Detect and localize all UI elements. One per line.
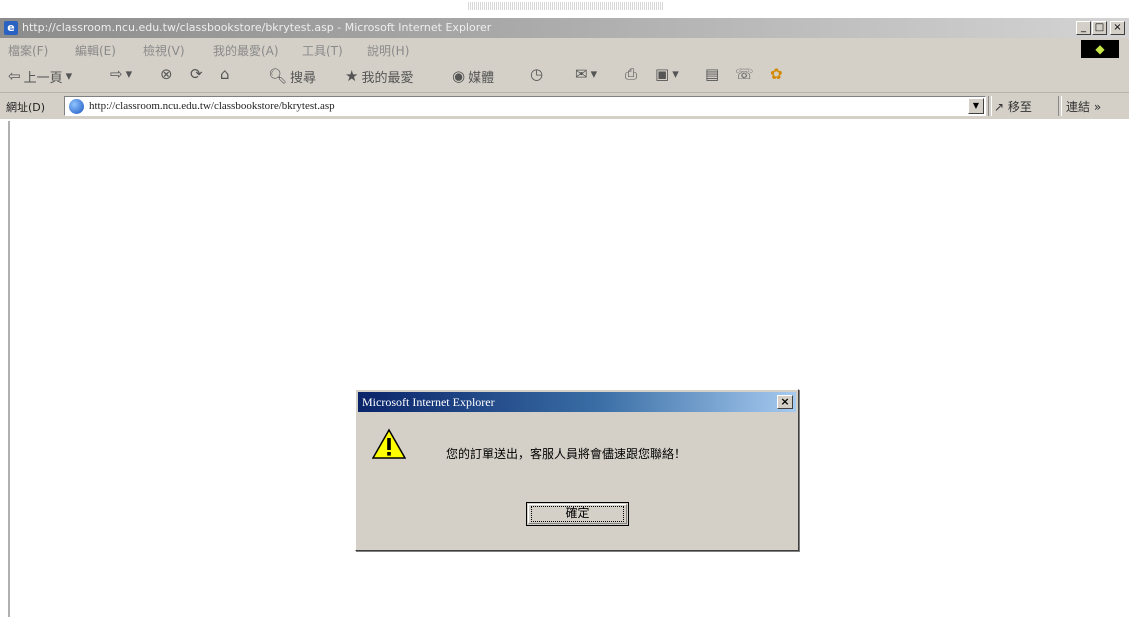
title-bar: e http://classroom.ncu.edu.tw/classbooks… (0, 18, 1129, 38)
forward-arrow-icon: ⇨ (110, 65, 123, 83)
media-button[interactable]: ◉ 媒體 (452, 67, 495, 87)
search-icon: 🔍︎ (268, 67, 288, 85)
ok-label: 確定 (565, 506, 590, 520)
search-label: 搜尋 (290, 71, 317, 86)
menu-bar: 檔案(F) 編輯(E) 檢視(V) 我的最愛(A) 工具(T) 說明(H) ◆ (0, 38, 1129, 61)
media-label: 媒體 (468, 71, 495, 86)
discuss-icon: ▤ (705, 65, 720, 83)
dialog-close-button[interactable]: × (777, 395, 793, 409)
mail-dropdown-icon: ▾ (590, 67, 598, 82)
menu-favorites[interactable]: 我的最愛(A) (213, 42, 279, 59)
minimize-button[interactable]: _ (1076, 21, 1091, 35)
ie-app-icon: e (4, 21, 18, 35)
address-label: 網址(D) (6, 101, 46, 114)
dialog-title: Microsoft Internet Explorer (362, 395, 495, 409)
top-selection-bar (468, 2, 664, 10)
windows-logo-icon: ◆ (1081, 40, 1119, 58)
messenger-icon: ☏ (735, 65, 754, 83)
history-icon: ◷ (530, 65, 544, 83)
back-arrow-icon: ⇦ (8, 67, 21, 85)
links-separator (1058, 96, 1062, 116)
home-icon: ⌂ (220, 65, 230, 83)
menu-edit[interactable]: 編輯(E) (75, 42, 116, 59)
warning-icon (372, 428, 406, 459)
close-button[interactable]: × (1110, 21, 1125, 35)
menu-view[interactable]: 檢視(V) (143, 42, 185, 59)
go-button[interactable]: ↗ 移至 (994, 98, 1032, 115)
favorites-button[interactable]: ★ 我的最愛 (345, 67, 414, 87)
edit-dropdown-icon: ▾ (672, 67, 679, 82)
refresh-icon: ⟳ (190, 65, 203, 83)
address-input[interactable]: http://classroom.ncu.edu.tw/classbooksto… (64, 96, 986, 116)
top-strip (0, 0, 1129, 14)
address-bar: 網址(D) http://classroom.ncu.edu.tw/classb… (0, 93, 1129, 119)
mail-icon: ✉ (575, 65, 588, 83)
back-button[interactable]: ⇦ 上一頁 ▾ (8, 67, 73, 87)
edit-button[interactable]: ▣ ▾ (655, 65, 679, 83)
links-button[interactable]: 連結 » (1066, 98, 1101, 115)
forward-button[interactable]: ⇨ ▾ (110, 65, 133, 83)
standard-toolbar: ⇦ 上一頁 ▾ ⇨ ▾ ⊗ ⟳ ⌂ 🔍︎ 搜尋 ★ 我的最愛 ◉ 媒體 ◷ ✉ … (0, 60, 1129, 93)
menu-help[interactable]: 說明(H) (367, 42, 409, 59)
edit-icon: ▣ (655, 65, 670, 83)
forward-dropdown-icon: ▾ (125, 67, 133, 82)
stop-icon: ⊗ (160, 65, 173, 83)
discuss-button[interactable]: ▤ (705, 67, 719, 82)
yahoo-icon: ✿ (770, 65, 783, 83)
alert-dialog: Microsoft Internet Explorer × 您的訂單送出，客服人… (355, 389, 799, 551)
favorites-icon: ★ (345, 67, 359, 85)
history-button[interactable]: ◷ (530, 67, 543, 82)
print-icon: ⎙ (625, 65, 638, 83)
address-url[interactable]: http://classroom.ncu.edu.tw/classbooksto… (89, 100, 335, 112)
refresh-button[interactable]: ⟳ (190, 67, 203, 82)
messenger-button[interactable]: ☏ (735, 67, 754, 82)
go-arrow-icon: ↗ (994, 100, 1005, 114)
dialog-title-bar: Microsoft Internet Explorer × (358, 392, 796, 412)
address-dropdown-icon[interactable]: ▼ (968, 98, 984, 114)
home-button[interactable]: ⌂ (220, 67, 230, 82)
ok-button[interactable]: 確定 (526, 502, 629, 526)
dialog-message: 您的訂單送出，客服人員將會儘速跟您聯絡！ (446, 447, 687, 461)
yahoo-button[interactable]: ✿ (770, 67, 783, 82)
mail-button[interactable]: ✉ ▾ (575, 65, 598, 83)
favorites-label: 我的最愛 (361, 71, 414, 86)
go-label: 移至 (1007, 100, 1032, 114)
menu-file[interactable]: 檔案(F) (8, 42, 48, 59)
media-icon: ◉ (452, 67, 466, 85)
stop-button[interactable]: ⊗ (160, 67, 173, 82)
print-button[interactable]: ⎙ (625, 67, 637, 82)
window-title: http://classroom.ncu.edu.tw/classbooksto… (22, 21, 492, 34)
back-dropdown-icon: ▾ (65, 69, 73, 84)
menu-tools[interactable]: 工具(T) (302, 42, 343, 59)
search-button[interactable]: 🔍︎ 搜尋 (268, 67, 317, 87)
page-icon (69, 99, 84, 114)
back-label: 上一頁 (23, 71, 63, 86)
maximize-button[interactable]: □ (1092, 21, 1107, 35)
address-separator (988, 96, 992, 116)
